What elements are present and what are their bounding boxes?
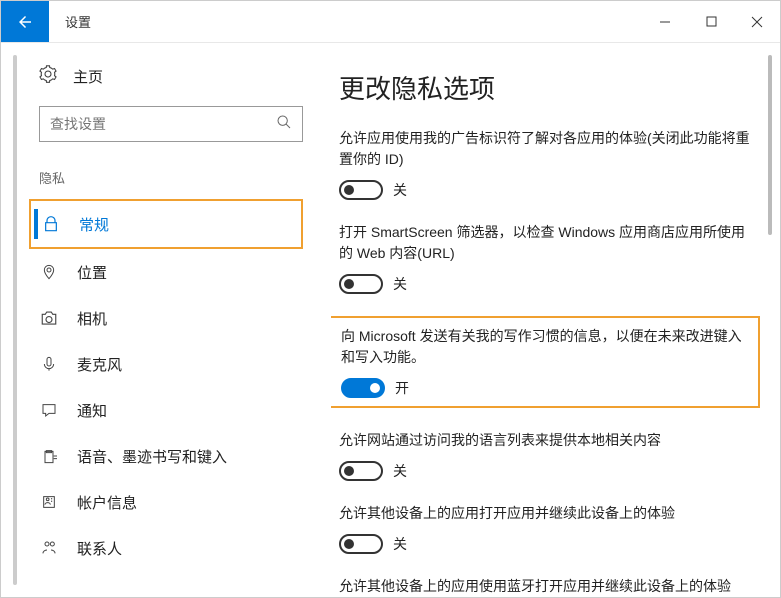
contacts-icon <box>39 540 59 556</box>
microphone-icon <box>39 356 59 372</box>
page-title: 更改隐私选项 <box>339 69 750 106</box>
search-icon <box>276 114 292 135</box>
option-bluetooth-apps: 允许其他设备上的应用使用蓝牙打开应用并继续此设备上的体验 <box>339 576 750 597</box>
toggle-switch[interactable] <box>339 461 383 481</box>
window-controls <box>642 1 780 42</box>
sidebar-item-account[interactable]: 帐户信息 <box>1 479 331 525</box>
sidebar-item-label: 相机 <box>77 308 107 329</box>
sidebar-item-general[interactable]: 常规 <box>41 201 301 247</box>
option-text: 允许其他设备上的应用打开应用并继续此设备上的体验 <box>339 503 750 524</box>
gear-icon <box>39 65 59 88</box>
sidebar-item-microphone[interactable]: 麦克风 <box>1 341 331 387</box>
toggle-switch[interactable] <box>339 274 383 294</box>
content-area: 更改隐私选项 允许应用使用我的广告标识符了解对各应用的体验(关闭此功能将重置你的… <box>331 43 780 597</box>
option-text: 允许网站通过访问我的语言列表来提供本地相关内容 <box>339 430 750 451</box>
sidebar: 主页 隐私 常规 位置 相机 麦克风 <box>1 43 331 597</box>
camera-icon <box>39 309 59 327</box>
search-field[interactable] <box>50 116 276 132</box>
close-button[interactable] <box>734 1 780 42</box>
home-label: 主页 <box>73 66 103 87</box>
toggle-state: 关 <box>393 180 407 200</box>
highlight-annotation: 常规 <box>29 199 303 249</box>
option-text: 允许其他设备上的应用使用蓝牙打开应用并继续此设备上的体验 <box>339 576 750 597</box>
toggle-state: 关 <box>393 274 407 294</box>
option-text: 打开 SmartScreen 筛选器，以检查 Windows 应用商店应用所使用… <box>339 222 750 264</box>
sidebar-item-notifications[interactable]: 通知 <box>1 387 331 433</box>
section-label: 隐私 <box>1 160 331 199</box>
toggle-switch[interactable] <box>339 534 383 554</box>
sidebar-item-label: 联系人 <box>77 538 122 559</box>
lock-icon <box>41 216 61 232</box>
sidebar-item-contacts[interactable]: 联系人 <box>1 525 331 571</box>
home-link[interactable]: 主页 <box>1 61 331 92</box>
toggle-state: 开 <box>395 378 409 398</box>
option-text: 向 Microsoft 发送有关我的写作习惯的信息，以便在未来改进键入和写入功能… <box>341 326 748 368</box>
clipboard-icon <box>39 448 59 464</box>
account-icon <box>39 494 59 510</box>
notification-icon <box>39 402 59 418</box>
arrow-left-icon <box>16 13 34 31</box>
maximize-button[interactable] <box>688 1 734 42</box>
sidebar-item-label: 语音、墨迹书写和键入 <box>77 446 227 467</box>
toggle-state: 关 <box>393 461 407 481</box>
sidebar-item-label: 通知 <box>77 400 107 421</box>
sidebar-item-label: 常规 <box>79 214 109 235</box>
sidebar-item-label: 麦克风 <box>77 354 122 375</box>
sidebar-item-label: 位置 <box>77 262 107 283</box>
search-input[interactable] <box>39 106 303 142</box>
window-title: 设置 <box>49 1 107 42</box>
scrollbar[interactable] <box>768 55 772 235</box>
sidebar-item-label: 帐户信息 <box>77 492 137 513</box>
minimize-button[interactable] <box>642 1 688 42</box>
option-cross-device-apps: 允许其他设备上的应用打开应用并继续此设备上的体验 关 <box>339 503 750 554</box>
back-button[interactable] <box>1 1 49 42</box>
toggle-switch[interactable] <box>341 378 385 398</box>
titlebar: 设置 <box>1 1 780 43</box>
option-language-list: 允许网站通过访问我的语言列表来提供本地相关内容 关 <box>339 430 750 481</box>
option-text: 允许应用使用我的广告标识符了解对各应用的体验(关闭此功能将重置你的 ID) <box>339 128 750 170</box>
option-writing-habits: 向 Microsoft 发送有关我的写作习惯的信息，以便在未来改进键入和写入功能… <box>331 316 760 408</box>
location-icon <box>39 264 59 280</box>
sidebar-item-location[interactable]: 位置 <box>1 249 331 295</box>
sidebar-item-camera[interactable]: 相机 <box>1 295 331 341</box>
sidebar-item-speech[interactable]: 语音、墨迹书写和键入 <box>1 433 331 479</box>
toggle-switch[interactable] <box>339 180 383 200</box>
option-advertising-id: 允许应用使用我的广告标识符了解对各应用的体验(关闭此功能将重置你的 ID) 关 <box>339 128 750 200</box>
option-smartscreen: 打开 SmartScreen 筛选器，以检查 Windows 应用商店应用所使用… <box>339 222 750 294</box>
toggle-state: 关 <box>393 534 407 554</box>
